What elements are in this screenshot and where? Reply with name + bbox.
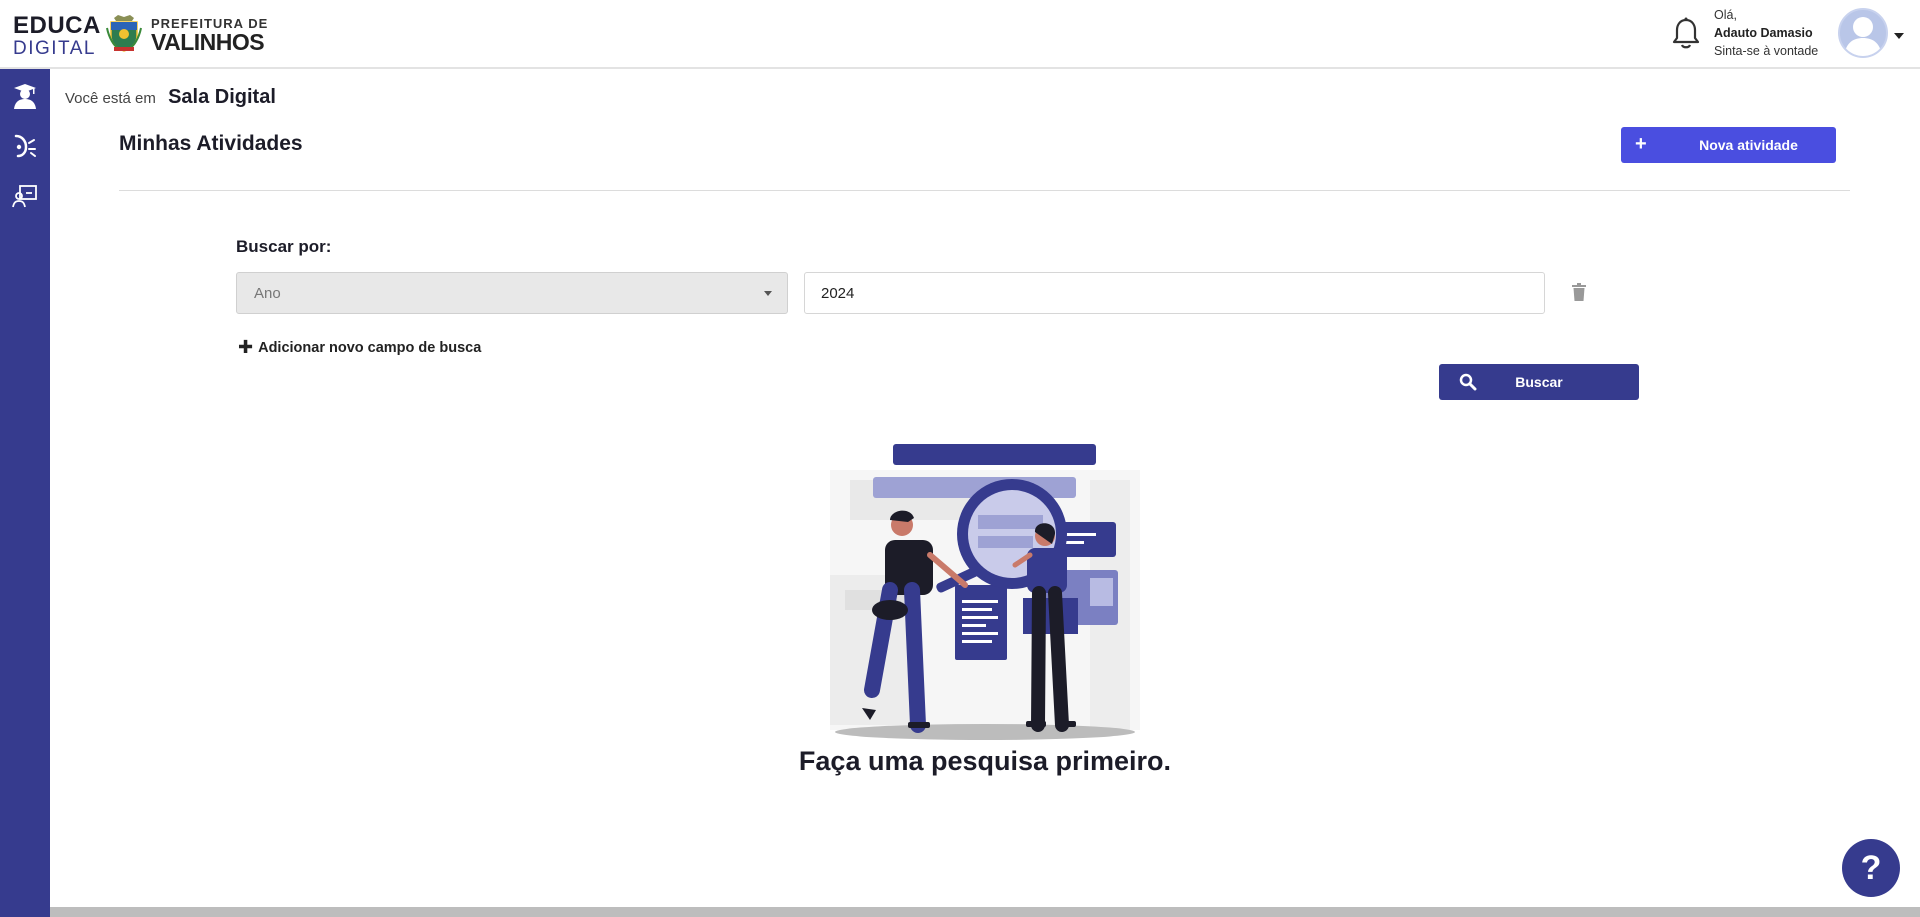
notification-bell-icon[interactable] [1671, 16, 1701, 50]
user-greeting: Olá, Adauto Damasio Sinta-se à vontade [1714, 6, 1818, 60]
valinhos-crest-icon [106, 15, 142, 52]
page-title: Minhas Atividades [119, 132, 303, 155]
user-avatar[interactable] [1838, 8, 1888, 58]
search-value-input[interactable] [804, 272, 1545, 314]
logo-valinhos-text: VALINHOS [151, 29, 265, 55]
logo-digital-text: DIGITAL [13, 38, 96, 59]
activity-icon[interactable] [12, 133, 38, 159]
empty-state-message: Faça uma pesquisa primeiro. [798, 746, 1172, 776]
divider [119, 190, 1850, 191]
trash-icon[interactable] [1571, 283, 1587, 301]
search-button-label: Buscar [1515, 374, 1563, 390]
new-activity-label: Nova atividade [1699, 137, 1798, 153]
user-subtitle: Sinta-se à vontade [1714, 44, 1819, 58]
new-activity-button[interactable]: + Nova atividade [1621, 127, 1836, 163]
greeting-text: Olá, [1714, 8, 1737, 22]
help-button[interactable]: ? [1842, 839, 1900, 897]
classroom-icon[interactable] [12, 183, 38, 209]
prefeitura-valinhos-logo: PREFEITURA DE VALINHOS [151, 17, 268, 54]
search-illustration [830, 444, 1140, 740]
plus-icon: ✚ [238, 337, 254, 357]
breadcrumb-prefix: Você está em [65, 90, 156, 107]
top-header: EDUCA DIGITAL PREFEITURA DE VALINHOS Olá… [0, 0, 1920, 69]
breadcrumb: Você está em Sala Digital [65, 86, 276, 109]
search-field-select-value: Ano [254, 285, 281, 302]
educa-digital-logo[interactable]: EDUCA DIGITAL [13, 12, 101, 59]
breadcrumb-current: Sala Digital [168, 86, 276, 108]
horizontal-scrollbar[interactable] [50, 907, 1920, 917]
student-icon[interactable] [12, 83, 38, 109]
user-silhouette-icon [1844, 17, 1882, 56]
user-menu-caret-icon[interactable] [1894, 33, 1904, 39]
search-button[interactable]: Buscar [1439, 364, 1639, 400]
search-label: Buscar por: [236, 237, 332, 256]
user-name: Adauto Damasio [1714, 26, 1813, 40]
dropdown-caret-icon [764, 291, 772, 296]
add-search-field-label: Adicionar novo campo de busca [258, 340, 482, 356]
logo-educa-text: EDUCA [13, 12, 101, 39]
sidebar [0, 69, 50, 917]
add-search-field-link[interactable]: ✚ Adicionar novo campo de busca [238, 337, 481, 358]
search-field-select[interactable]: Ano [236, 272, 788, 314]
